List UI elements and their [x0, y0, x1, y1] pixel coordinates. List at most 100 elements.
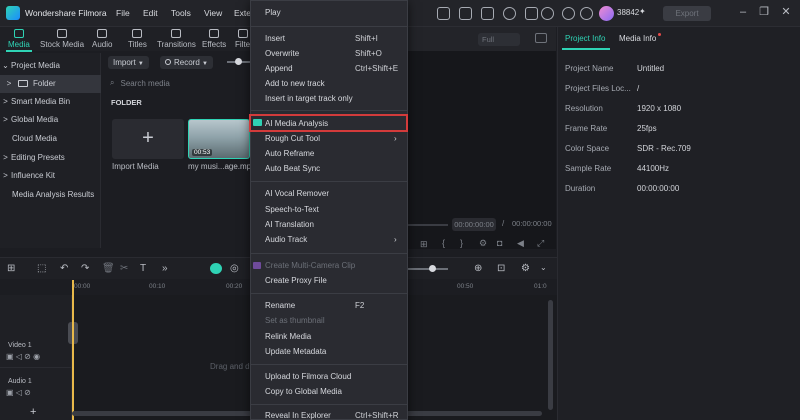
slider-knob[interactable]: [235, 58, 242, 65]
import-dropdown[interactable]: Import ▼: [108, 56, 149, 69]
video-track-controls[interactable]: ▣ ◁ ⊘ ◉: [6, 352, 40, 361]
tab-transitions[interactable]: Transitions: [157, 29, 196, 49]
tab-media[interactable]: Media: [8, 29, 30, 49]
speed-icon[interactable]: ◎: [230, 263, 239, 274]
sidebar-item-global-media[interactable]: > Global Media: [0, 111, 101, 129]
camera-icon[interactable]: ◘: [497, 238, 502, 248]
scrub-bar[interactable]: [408, 224, 448, 226]
menu-item-insert[interactable]: Insert: [265, 34, 285, 43]
expand-icon: ⌄: [2, 61, 9, 70]
chevron-down-icon[interactable]: ⌄: [540, 263, 547, 272]
menu-item-update-metadata[interactable]: Update Metadata: [265, 347, 326, 356]
mark-out-icon[interactable]: }: [460, 238, 463, 248]
delete-icon[interactable]: 🗑: [102, 263, 115, 274]
tab-stock-media[interactable]: Stock Media: [40, 29, 84, 49]
fullscreen-icon[interactable]: ⤢: [537, 238, 544, 249]
menu-item-overwrite[interactable]: Overwrite: [265, 49, 299, 58]
menu-item-relink-media[interactable]: Relink Media: [265, 332, 311, 341]
menu-extensions[interactable]: Exte: [234, 8, 251, 18]
notification-icon[interactable]: [580, 7, 593, 20]
project-name-value: Untitled: [637, 64, 665, 73]
sidebar-item-project-media[interactable]: ⌄ Project Media: [0, 57, 101, 75]
sidebar-item-editing-presets[interactable]: > Editing Presets: [0, 149, 101, 167]
support-icon[interactable]: [562, 7, 575, 20]
menu-item-upload-to-cloud[interactable]: Upload to Filmora Cloud: [265, 372, 351, 381]
audio-track-controls[interactable]: ▣ ◁ ⊘: [6, 388, 31, 397]
sidebar-item-folder[interactable]: > Folder: [0, 75, 101, 93]
cut-icon[interactable]: ✂: [120, 263, 128, 274]
export-button[interactable]: Export: [663, 6, 711, 21]
shortcut-overwrite: Shift+O: [355, 49, 382, 58]
chevron-right-icon: ›: [394, 235, 397, 244]
sidebar-item-influence-kit[interactable]: > Influence Kit: [0, 167, 101, 185]
redo-icon[interactable]: ↷: [81, 263, 89, 274]
menu-item-play[interactable]: Play: [265, 8, 281, 17]
menu-item-ai-vocal-remover[interactable]: AI Vocal Remover: [265, 189, 329, 198]
menu-item-copy-to-global-media[interactable]: Copy to Global Media: [265, 387, 342, 396]
close-icon[interactable]: ✕: [780, 6, 792, 18]
sidebar-item-cloud-media[interactable]: Cloud Media: [0, 130, 101, 148]
sample-rate-value: 44100Hz: [637, 164, 670, 173]
tab-project-info[interactable]: Project Info: [565, 34, 605, 43]
menu-item-append[interactable]: Append: [265, 64, 293, 73]
playhead[interactable]: [72, 280, 74, 420]
menu-view[interactable]: View: [204, 8, 222, 18]
menu-item-rough-cut-tool[interactable]: Rough Cut Tool: [265, 134, 320, 143]
menu-item-reveal-in-explorer[interactable]: Reveal In Explorer: [265, 411, 331, 420]
snapshot-icon[interactable]: [535, 33, 547, 43]
menu-item-insert-in-target-track[interactable]: Insert in target track only: [265, 94, 353, 103]
sidebar-item-smart-media-bin[interactable]: > Smart Media Bin: [0, 93, 101, 111]
ai-copilot-icon[interactable]: [210, 263, 222, 274]
tab-audio[interactable]: Audio: [92, 29, 112, 49]
menu-item-auto-reframe[interactable]: Auto Reframe: [265, 149, 314, 158]
zoom-slider[interactable]: [408, 268, 448, 270]
tab-filters[interactable]: Filte: [235, 29, 250, 49]
text-tool-icon[interactable]: T: [140, 263, 146, 274]
settings-icon[interactable]: ⚙: [479, 238, 487, 249]
undo-icon[interactable]: ↶: [60, 263, 68, 274]
menu-item-create-proxy-file[interactable]: Create Proxy File: [265, 276, 327, 285]
minimize-icon[interactable]: –: [737, 6, 749, 18]
help-icon[interactable]: [541, 7, 554, 20]
account-icon[interactable]: [503, 7, 516, 20]
screen-record-icon[interactable]: [437, 7, 450, 20]
menu-item-auto-beat-sync[interactable]: Auto Beat Sync: [265, 164, 320, 173]
menu-tools[interactable]: Tools: [171, 8, 191, 18]
menu-edit[interactable]: Edit: [143, 8, 158, 18]
import-label: Import: [113, 58, 136, 67]
vertical-scrollbar[interactable]: [548, 300, 553, 410]
sidebar-item-media-analysis-results[interactable]: Media Analysis Results: [0, 186, 101, 204]
quality-select[interactable]: Full: [478, 33, 520, 46]
tab-effects[interactable]: Effects: [202, 29, 226, 49]
menu-file[interactable]: File: [116, 8, 130, 18]
fit-icon[interactable]: ⊡: [497, 263, 505, 274]
mark-in-icon[interactable]: {: [442, 238, 445, 248]
layout-icon[interactable]: [459, 7, 472, 20]
tab-titles[interactable]: Titles: [128, 29, 147, 49]
search-input[interactable]: ⌕ Search media: [110, 76, 250, 90]
import-media-button[interactable]: +: [112, 119, 184, 159]
active-tab-indicator: [562, 48, 610, 50]
restore-icon[interactable]: ❐: [758, 6, 770, 18]
avatar[interactable]: [599, 6, 614, 21]
menu-item-rename[interactable]: Rename: [265, 301, 295, 310]
volume-icon[interactable]: ◀: [517, 238, 524, 249]
timeline-settings-icon[interactable]: ⚙: [521, 263, 530, 274]
record-dropdown[interactable]: Record ▼: [160, 56, 213, 69]
select-tool-icon[interactable]: ⬚: [37, 263, 46, 274]
zoom-in-icon[interactable]: ⊕: [474, 263, 482, 274]
image-icon[interactable]: [481, 7, 494, 20]
download-icon[interactable]: [525, 7, 538, 20]
chevron-right-icon: ›: [394, 134, 397, 143]
add-track-button[interactable]: +: [30, 406, 36, 418]
layout-grid-icon[interactable]: ⊞: [7, 263, 15, 274]
menu-item-ai-translation[interactable]: AI Translation: [265, 220, 314, 229]
menu-item-speech-to-text[interactable]: Speech-to-Text: [265, 205, 319, 214]
zoom-slider-knob[interactable]: [429, 265, 436, 272]
sidebar-item-label: Global Media: [11, 115, 59, 124]
tab-media-info[interactable]: Media Info: [619, 34, 656, 43]
more-icon[interactable]: »: [162, 263, 168, 274]
render-icon[interactable]: ⊞: [420, 239, 428, 250]
menu-item-add-to-new-track[interactable]: Add to new track: [265, 79, 325, 88]
menu-item-audio-track[interactable]: Audio Track: [265, 235, 307, 244]
